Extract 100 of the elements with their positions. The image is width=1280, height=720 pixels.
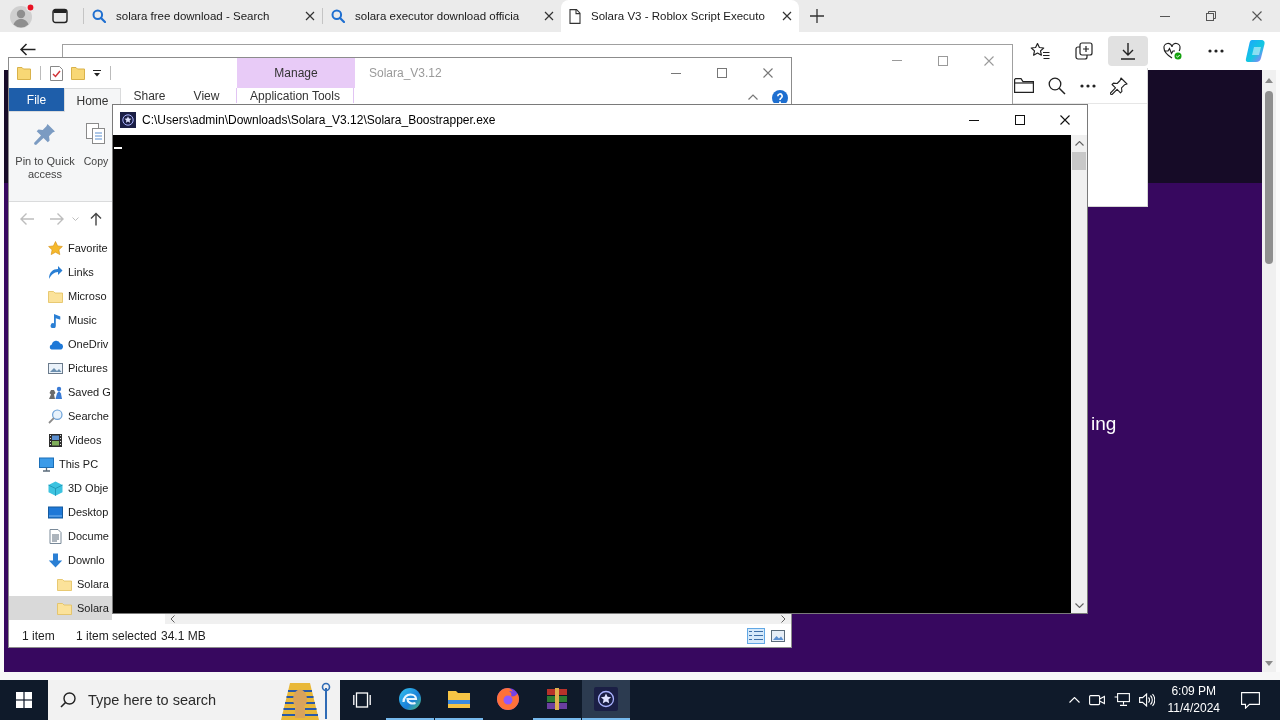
windows-logo-icon[interactable] xyxy=(16,692,32,708)
large-icons-view-icon xyxy=(771,629,785,642)
close-icon[interactable] xyxy=(1252,11,1262,21)
network-icon[interactable] xyxy=(1113,693,1130,707)
camera-icon[interactable] xyxy=(1088,693,1105,707)
star-emblem-icon xyxy=(594,687,618,711)
browser-tab[interactable]: solara executor download officia xyxy=(323,0,561,32)
heart-pulse-icon[interactable] xyxy=(1162,42,1182,60)
help-icon[interactable] xyxy=(772,90,788,103)
nav-pane-item[interactable]: Music xyxy=(9,308,112,332)
desktop-icon xyxy=(48,504,63,520)
down-arrow-icon xyxy=(48,552,63,568)
close-icon[interactable] xyxy=(544,11,554,21)
view-mode-button[interactable] xyxy=(769,627,787,644)
minimize-icon[interactable] xyxy=(1160,15,1170,17)
star-emblem-icon xyxy=(120,112,136,128)
link-arrow-icon xyxy=(48,264,63,280)
search-icon xyxy=(331,9,345,23)
notification-icon[interactable] xyxy=(1241,691,1260,709)
nav-pane-item[interactable]: Videos xyxy=(9,428,112,452)
tab-actions-icon[interactable] xyxy=(52,8,68,24)
ribbon-tab[interactable]: Application Tools xyxy=(236,88,354,103)
music-note-icon xyxy=(48,312,63,328)
new-tab-icon[interactable] xyxy=(810,9,824,23)
browser-tab[interactable]: Solara V3 - Roblox Script Executo xyxy=(561,0,799,32)
view-mode-button[interactable] xyxy=(747,627,765,644)
favorites-icon[interactable] xyxy=(1030,42,1050,60)
star-icon xyxy=(48,240,63,256)
more-icon[interactable] xyxy=(1208,49,1224,53)
properties-icon[interactable] xyxy=(50,65,63,81)
taskbar-button[interactable] xyxy=(582,680,630,720)
nav-pane-item[interactable]: Solara xyxy=(9,596,112,620)
folder-icon xyxy=(57,600,72,616)
restore-icon[interactable] xyxy=(1206,11,1216,21)
nav-pane-item[interactable]: Saved G xyxy=(9,380,112,404)
nav-pane-item[interactable]: Favorite xyxy=(9,236,112,260)
folder-icon xyxy=(48,288,63,304)
copy-button[interactable]: Copy xyxy=(84,123,108,201)
scrollbar[interactable] xyxy=(165,614,791,624)
nav-pane-item[interactable]: OneDriv xyxy=(9,332,112,356)
ribbon-tab[interactable]: View xyxy=(178,88,235,103)
caret-down-icon[interactable] xyxy=(93,69,101,77)
nav-pane-item[interactable]: Desktop xyxy=(9,500,112,524)
nav-pane-item[interactable]: Downlo xyxy=(9,548,112,572)
close-icon[interactable] xyxy=(305,11,315,21)
game-pieces-icon xyxy=(48,384,63,400)
nav-pane-item[interactable]: Solara xyxy=(9,572,112,596)
pin-icon[interactable] xyxy=(1110,76,1128,95)
picture-icon xyxy=(48,360,63,376)
search-box[interactable]: Type here to search xyxy=(48,680,340,720)
scrollbar-thumb[interactable] xyxy=(1265,91,1273,264)
cube-icon xyxy=(48,480,63,496)
copy-icon xyxy=(86,123,106,145)
task-view-icon[interactable] xyxy=(353,692,371,708)
clock-time[interactable]: 6:09 PM xyxy=(1171,683,1217,700)
monitor-icon xyxy=(39,456,54,472)
document-icon xyxy=(48,528,63,544)
nav-pane-item[interactable]: Pictures xyxy=(9,356,112,380)
nav-pane-item[interactable]: Microso xyxy=(9,284,112,308)
search-icon xyxy=(48,408,63,424)
nav-pane-item[interactable]: Links xyxy=(9,260,112,284)
scrollbar[interactable] xyxy=(1262,70,1276,672)
books-stack-icon xyxy=(545,687,569,711)
item-count: 1 item xyxy=(22,628,56,643)
search-icon[interactable] xyxy=(1048,76,1066,95)
selection-info: 1 item selected xyxy=(76,628,158,643)
scrollbar[interactable] xyxy=(1071,135,1087,613)
page-text: ing xyxy=(1091,413,1117,435)
download-icon xyxy=(1120,42,1136,60)
up-arrow-icon[interactable] xyxy=(90,212,102,226)
browser-swirl-icon xyxy=(398,687,422,711)
maximize-icon[interactable] xyxy=(1015,115,1025,125)
details-view-icon xyxy=(749,629,763,642)
close-icon[interactable] xyxy=(1060,115,1070,125)
clock-date[interactable]: 11/4/2024 xyxy=(1167,700,1220,717)
minimize-icon[interactable] xyxy=(969,119,979,121)
downloads-button[interactable] xyxy=(1108,36,1148,66)
more-icon[interactable] xyxy=(1080,83,1096,88)
nav-pane-item[interactable]: Docume xyxy=(9,524,112,548)
speaker-icon[interactable] xyxy=(1138,693,1155,707)
search-field[interactable]: Type here to search xyxy=(88,692,258,708)
window-title: C:\Users\admin\Downloads\Solara_V3.12\Solara_Boostrapper.exe xyxy=(142,113,496,127)
collections-icon[interactable] xyxy=(1075,42,1093,60)
nav-pane-item[interactable]: This PC xyxy=(9,452,112,476)
caret-left-icon[interactable] xyxy=(170,615,175,623)
nav-pane-item[interactable]: 3D Obje xyxy=(9,476,112,500)
nav-pane-item[interactable]: Searche xyxy=(9,404,112,428)
scrollbar-thumb[interactable] xyxy=(1072,152,1086,170)
browser-tab[interactable]: solara free download - Search xyxy=(84,0,322,32)
file-menu-tab[interactable]: File xyxy=(9,88,64,111)
folder-icon xyxy=(57,576,72,592)
pin-button[interactable]: Pin to Quick access xyxy=(12,123,78,201)
caret-right-icon[interactable] xyxy=(781,615,786,623)
ribbon-tab[interactable]: Share xyxy=(121,88,178,103)
ribbon-tab[interactable]: Home xyxy=(64,88,121,112)
profile-avatar-icon[interactable] xyxy=(9,3,35,29)
folder-icon xyxy=(447,689,471,709)
folder-icon[interactable] xyxy=(1014,77,1034,94)
close-icon[interactable] xyxy=(782,11,792,21)
back-arrow-icon[interactable] xyxy=(19,43,36,56)
